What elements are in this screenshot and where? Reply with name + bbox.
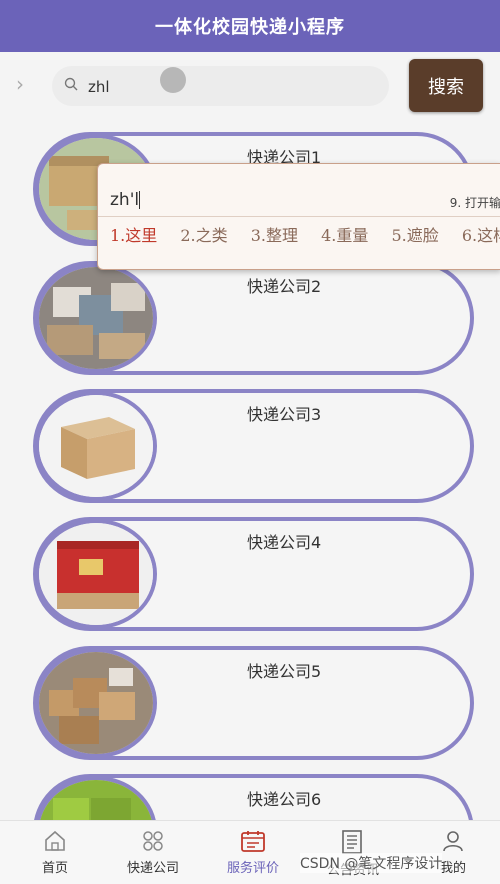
grid-icon	[143, 831, 163, 851]
company-name: 快递公司6	[247, 790, 322, 809]
tab-label: 首页	[41, 861, 68, 876]
company-image	[35, 648, 157, 758]
home-icon	[45, 830, 65, 851]
chevron-right-icon[interactable]: ›	[16, 74, 28, 94]
tab-label: 快递公司	[126, 861, 179, 876]
news-icon	[342, 830, 362, 854]
tab-service-review[interactable]: 服务评价	[203, 821, 303, 884]
tab-label: 服务评价	[226, 861, 279, 876]
ime-candidate[interactable]: 2.之类	[180, 222, 227, 246]
bottom-tab-bar: 首页 快递公司 服务评价 公告资讯	[0, 820, 500, 884]
touch-indicator	[160, 67, 186, 93]
search-icon	[64, 77, 78, 91]
ime-candidate[interactable]: 5.遮脸	[392, 222, 439, 246]
company-card[interactable]: 快递公司5	[33, 646, 474, 760]
page-title: 一体化校园快递小程序	[155, 17, 345, 38]
ime-candidate-list: 1.这里 2.之类 3.整理 4.重量 5.遮脸 6.这样	[110, 222, 500, 246]
search-button-label: 搜索	[428, 76, 464, 98]
top-bar: 一体化校园快递小程序	[0, 0, 500, 52]
company-image	[35, 263, 157, 373]
ime-candidate[interactable]: 1.这里	[110, 222, 157, 246]
ime-divider	[98, 216, 500, 217]
company-card[interactable]: 快递公司4	[33, 517, 474, 631]
user-icon	[443, 831, 463, 852]
ime-candidate[interactable]: 3.整理	[251, 222, 298, 246]
calendar-icon	[241, 831, 265, 852]
company-image	[35, 519, 157, 629]
search-button[interactable]: 搜索	[409, 59, 483, 112]
ime-candidate[interactable]: 4.重量	[321, 222, 368, 246]
watermark: CSDN @笔文程序设计	[300, 853, 443, 873]
ime-candidate[interactable]: 6.这样	[462, 222, 500, 246]
ime-composition-text: zh'l	[110, 190, 140, 210]
search-box[interactable]	[52, 66, 389, 106]
company-card[interactable]: 快递公司3	[33, 389, 474, 503]
company-name: 快递公司5	[247, 662, 322, 681]
tab-home[interactable]: 首页	[5, 821, 105, 884]
ime-hint[interactable]: 9. 打开输	[450, 194, 500, 211]
company-card[interactable]: 快递公司2	[33, 261, 474, 375]
company-name: 快递公司2	[247, 277, 322, 296]
company-card[interactable]: 快递公司6	[33, 774, 474, 820]
ime-candidate-popup: zh'l 9. 打开输 1.这里 2.之类 3.整理 4.重量 5.遮脸 6.这…	[97, 163, 500, 270]
tab-express-companies[interactable]: 快递公司	[103, 821, 203, 884]
company-image	[35, 776, 157, 820]
search-input[interactable]	[86, 70, 370, 104]
ime-composition: zh'l	[110, 190, 141, 210]
company-image	[35, 391, 157, 501]
company-name: 快递公司3	[247, 405, 322, 424]
tab-label: 我的	[439, 861, 466, 876]
company-name: 快递公司4	[247, 533, 322, 552]
